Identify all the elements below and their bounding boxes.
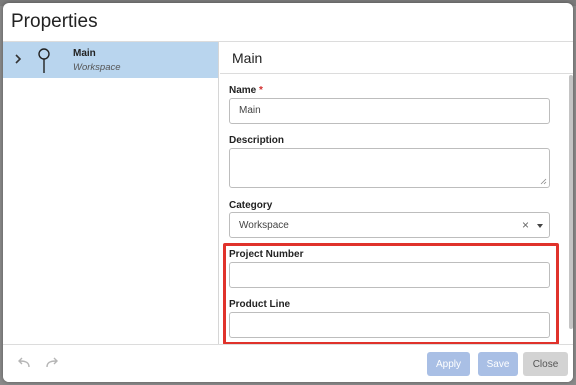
save-button[interactable]: Save	[478, 352, 518, 376]
description-field[interactable]	[229, 148, 550, 188]
name-field[interactable]: Main	[229, 98, 550, 124]
clear-icon[interactable]: ×	[522, 218, 529, 232]
dialog-footer: Apply Save Close	[3, 344, 573, 382]
tree-item-main[interactable]: Main Workspace	[3, 42, 218, 78]
form-scrollbar[interactable]	[569, 75, 573, 329]
redo-icon[interactable]	[45, 357, 59, 369]
undo-icon[interactable]	[17, 357, 31, 369]
product-line-label: Product Line	[229, 299, 291, 310]
dialog-title: Properties	[11, 11, 98, 32]
product-line-field[interactable]	[229, 312, 550, 338]
panel-title: Main	[232, 50, 263, 66]
category-value: Workspace	[239, 220, 289, 231]
tree-item-label: Main	[73, 48, 96, 59]
description-label: Description	[229, 135, 285, 146]
category-select[interactable]: Workspace ×	[229, 212, 550, 238]
apply-button[interactable]: Apply	[427, 352, 470, 376]
category-label: Category	[229, 200, 273, 211]
properties-form: Name * Main Description Category Workspa…	[220, 74, 573, 344]
required-marker: *	[259, 85, 263, 96]
tree-pane: Main Workspace	[3, 42, 219, 344]
resize-grip-icon[interactable]	[540, 178, 547, 185]
project-number-label: Project Number	[229, 249, 304, 260]
name-label-text: Name	[229, 85, 257, 96]
chevron-right-icon[interactable]	[12, 52, 24, 66]
project-number-field[interactable]	[229, 262, 550, 288]
tree-item-subtitle: Workspace	[73, 62, 121, 73]
name-label: Name *	[229, 85, 263, 96]
panel-header: Main	[220, 42, 573, 74]
properties-dialog: Properties Main Workspace Main Name * Ma…	[3, 3, 573, 382]
pin-icon	[38, 48, 50, 73]
close-button[interactable]: Close	[523, 352, 568, 376]
chevron-down-icon[interactable]	[537, 224, 543, 228]
